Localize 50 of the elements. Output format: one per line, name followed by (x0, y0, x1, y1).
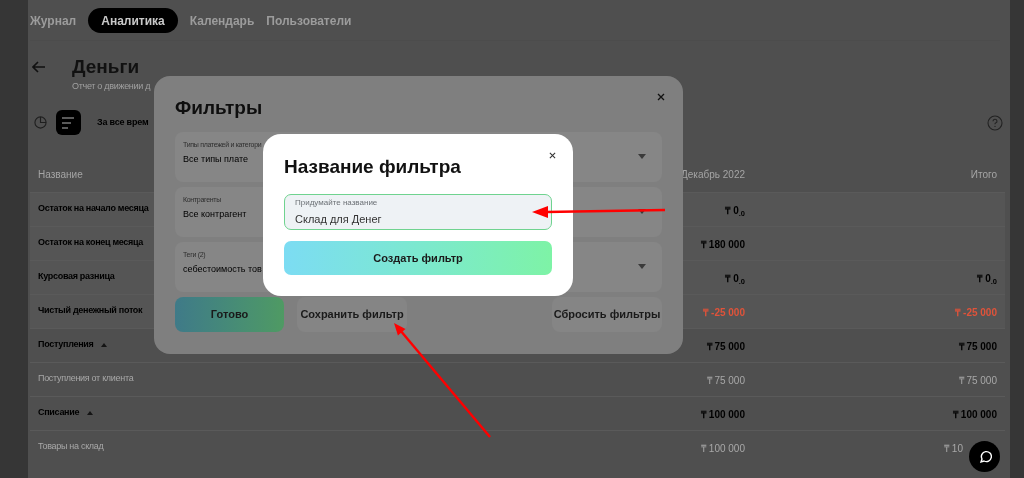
dialog-title: Название фильтра (284, 155, 462, 179)
amount: ₸ 75 000 (706, 341, 745, 352)
row-label[interactable]: Поступления (38, 338, 94, 352)
row-label: Остаток на конец месяца (38, 236, 144, 250)
amount: ₸ 100 000 (701, 443, 745, 454)
dropdown-caret-icon (638, 264, 646, 269)
dialog-title: Фильтры (175, 96, 264, 120)
page-subtitle: Отчет о движении д (72, 80, 151, 93)
amount: ₸ 10 (944, 443, 963, 454)
amount: ₸ -25 000 (703, 307, 745, 318)
column-header: Название (38, 168, 83, 182)
filter-action-button[interactable]: Сбросить фильтры (552, 297, 662, 332)
amount: ₸ 75 000 (958, 341, 997, 352)
amount: ₸ 75 000 (958, 375, 997, 386)
amount: ₸ 180 000 (701, 239, 745, 250)
done-button[interactable]: Готово (175, 297, 284, 332)
filter-action-button[interactable]: Сохранить фильтр (297, 297, 407, 332)
row-label: Чистый денежный поток (38, 304, 143, 318)
column-header: Итого (970, 168, 997, 182)
row-label: Остаток на начало месяца (38, 202, 149, 216)
row-label: Поступления от клиента (38, 372, 134, 386)
field-label: Придумайте название (295, 198, 378, 207)
amount: ₸ 0$_{.0}$ (725, 273, 745, 284)
amount: ₸ -25 000 (955, 307, 997, 318)
chat-icon (977, 449, 992, 464)
row-label: Курсовая разница (38, 270, 115, 284)
nav-tab[interactable]: Пользователи (266, 11, 352, 30)
close-icon[interactable] (657, 93, 665, 101)
amount: ₸ 100 000 (953, 409, 997, 420)
back-arrow-icon[interactable] (32, 61, 46, 73)
nav-tab[interactable]: Аналитика (88, 8, 178, 33)
create-filter-button[interactable]: Создать фильтр (284, 241, 552, 275)
dropdown-caret-icon (638, 209, 646, 214)
amount: ₸ 0$_{.0}$ (977, 273, 997, 284)
caret-icon[interactable] (101, 343, 108, 347)
help-icon[interactable] (987, 114, 1003, 131)
period-label[interactable]: За все врем (97, 115, 149, 130)
amount: ₸ 0$_{.0}$ (725, 205, 745, 216)
amount: ₸ 100 000 (701, 409, 745, 420)
list-view-button[interactable] (56, 110, 81, 135)
amount: ₸ 75 000 (706, 375, 745, 386)
caret-icon[interactable] (87, 411, 94, 415)
row-label: Товары на склад (38, 440, 104, 454)
clock-icon[interactable] (34, 116, 47, 129)
row-label[interactable]: Списание (38, 406, 80, 420)
page-title: Деньги (72, 55, 141, 79)
nav-tab[interactable]: Календарь (189, 11, 255, 30)
nav-tab[interactable]: Журнал (30, 11, 77, 30)
dropdown-caret-icon (638, 154, 646, 159)
close-icon[interactable] (549, 152, 556, 159)
